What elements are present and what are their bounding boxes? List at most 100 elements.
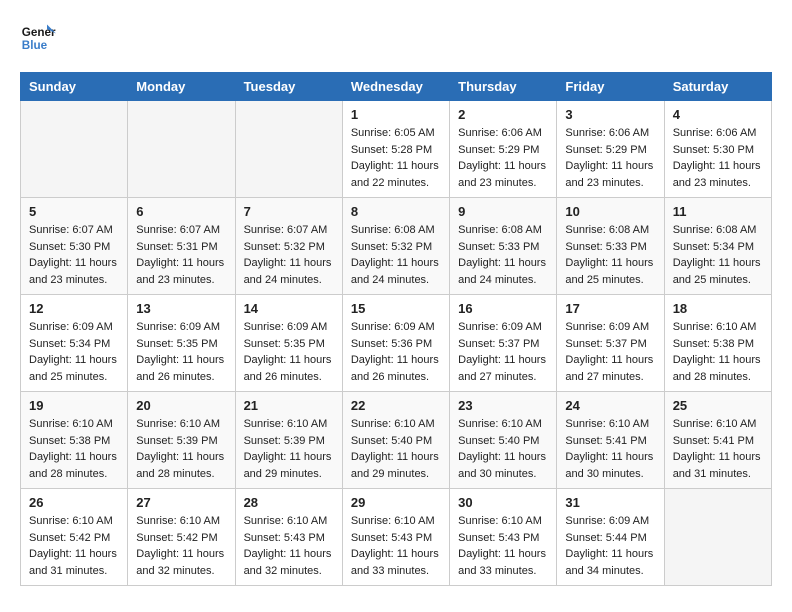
day-info: Sunrise: 6:10 AMSunset: 5:39 PMDaylight:…	[244, 416, 334, 482]
weekday-header-row: SundayMondayTuesdayWednesdayThursdayFrid…	[21, 73, 772, 101]
weekday-header-sunday: Sunday	[21, 73, 128, 101]
day-number: 21	[244, 398, 334, 413]
weekday-header-tuesday: Tuesday	[235, 73, 342, 101]
day-info: Sunrise: 6:10 AMSunset: 5:41 PMDaylight:…	[565, 416, 655, 482]
week-row-4: 19 Sunrise: 6:10 AMSunset: 5:38 PMDayligh…	[21, 392, 772, 489]
day-info: Sunrise: 6:06 AMSunset: 5:29 PMDaylight:…	[565, 125, 655, 191]
day-info: Sunrise: 6:10 AMSunset: 5:39 PMDaylight:…	[136, 416, 226, 482]
day-cell: 15 Sunrise: 6:09 AMSunset: 5:36 PMDayligh…	[342, 295, 449, 392]
day-cell: 31 Sunrise: 6:09 AMSunset: 5:44 PMDayligh…	[557, 489, 664, 586]
day-number: 16	[458, 301, 548, 316]
day-number: 10	[565, 204, 655, 219]
day-info: Sunrise: 6:08 AMSunset: 5:33 PMDaylight:…	[565, 222, 655, 288]
day-cell: 26 Sunrise: 6:10 AMSunset: 5:42 PMDayligh…	[21, 489, 128, 586]
day-info: Sunrise: 6:10 AMSunset: 5:40 PMDaylight:…	[458, 416, 548, 482]
day-info: Sunrise: 6:10 AMSunset: 5:43 PMDaylight:…	[351, 513, 441, 579]
weekday-header-saturday: Saturday	[664, 73, 771, 101]
day-info: Sunrise: 6:10 AMSunset: 5:42 PMDaylight:…	[136, 513, 226, 579]
day-number: 28	[244, 495, 334, 510]
day-cell: 16 Sunrise: 6:09 AMSunset: 5:37 PMDayligh…	[450, 295, 557, 392]
day-number: 8	[351, 204, 441, 219]
day-number: 11	[673, 204, 763, 219]
day-number: 19	[29, 398, 119, 413]
week-row-1: 1Sunrise: 6:05 AMSunset: 5:28 PMDaylight…	[21, 101, 772, 198]
weekday-header-monday: Monday	[128, 73, 235, 101]
day-info: Sunrise: 6:08 AMSunset: 5:34 PMDaylight:…	[673, 222, 763, 288]
day-info: Sunrise: 6:08 AMSunset: 5:32 PMDaylight:…	[351, 222, 441, 288]
day-info: Sunrise: 6:09 AMSunset: 5:37 PMDaylight:…	[458, 319, 548, 385]
day-number: 17	[565, 301, 655, 316]
day-info: Sunrise: 6:10 AMSunset: 5:41 PMDaylight:…	[673, 416, 763, 482]
day-info: Sunrise: 6:09 AMSunset: 5:44 PMDaylight:…	[565, 513, 655, 579]
day-cell: 12 Sunrise: 6:09 AMSunset: 5:34 PMDayligh…	[21, 295, 128, 392]
day-number: 4	[673, 107, 763, 122]
day-cell: 17 Sunrise: 6:09 AMSunset: 5:37 PMDayligh…	[557, 295, 664, 392]
day-info: Sunrise: 6:10 AMSunset: 5:38 PMDaylight:…	[29, 416, 119, 482]
day-cell: 14 Sunrise: 6:09 AMSunset: 5:35 PMDayligh…	[235, 295, 342, 392]
day-cell: 2Sunrise: 6:06 AMSunset: 5:29 PMDaylight…	[450, 101, 557, 198]
day-number: 1	[351, 107, 441, 122]
day-cell: 11 Sunrise: 6:08 AMSunset: 5:34 PMDayligh…	[664, 198, 771, 295]
day-info: Sunrise: 6:10 AMSunset: 5:40 PMDaylight:…	[351, 416, 441, 482]
day-info: Sunrise: 6:10 AMSunset: 5:43 PMDaylight:…	[458, 513, 548, 579]
calendar-table: SundayMondayTuesdayWednesdayThursdayFrid…	[20, 72, 772, 586]
day-cell	[235, 101, 342, 198]
weekday-header-wednesday: Wednesday	[342, 73, 449, 101]
day-info: Sunrise: 6:06 AMSunset: 5:30 PMDaylight:…	[673, 125, 763, 191]
day-cell: 6 Sunrise: 6:07 AMSunset: 5:31 PMDaylight…	[128, 198, 235, 295]
day-info: Sunrise: 6:07 AMSunset: 5:30 PMDaylight:…	[29, 222, 119, 288]
day-cell: 13Sunrise: 6:09 AMSunset: 5:35 PMDayligh…	[128, 295, 235, 392]
day-number: 20	[136, 398, 226, 413]
day-cell: 20 Sunrise: 6:10 AMSunset: 5:39 PMDayligh…	[128, 392, 235, 489]
svg-text:General: General	[22, 26, 56, 39]
day-cell: 18 Sunrise: 6:10 AMSunset: 5:38 PMDayligh…	[664, 295, 771, 392]
day-cell: 23 Sunrise: 6:10 AMSunset: 5:40 PMDayligh…	[450, 392, 557, 489]
day-cell: 29 Sunrise: 6:10 AMSunset: 5:43 PMDayligh…	[342, 489, 449, 586]
day-info: Sunrise: 6:10 AMSunset: 5:43 PMDaylight:…	[244, 513, 334, 579]
day-number: 5	[29, 204, 119, 219]
day-number: 25	[673, 398, 763, 413]
day-info: Sunrise: 6:09 AMSunset: 5:35 PMDaylight:…	[244, 319, 334, 385]
day-info: Sunrise: 6:10 AMSunset: 5:42 PMDaylight:…	[29, 513, 119, 579]
day-number: 26	[29, 495, 119, 510]
day-number: 12	[29, 301, 119, 316]
day-cell: 24Sunrise: 6:10 AMSunset: 5:41 PMDayligh…	[557, 392, 664, 489]
day-number: 29	[351, 495, 441, 510]
day-number: 23	[458, 398, 548, 413]
day-cell	[664, 489, 771, 586]
day-number: 31	[565, 495, 655, 510]
day-cell: 22 Sunrise: 6:10 AMSunset: 5:40 PMDayligh…	[342, 392, 449, 489]
day-number: 7	[244, 204, 334, 219]
day-cell: 30 Sunrise: 6:10 AMSunset: 5:43 PMDayligh…	[450, 489, 557, 586]
day-number: 13	[136, 301, 226, 316]
day-info: Sunrise: 6:10 AMSunset: 5:38 PMDaylight:…	[673, 319, 763, 385]
day-cell: 19 Sunrise: 6:10 AMSunset: 5:38 PMDayligh…	[21, 392, 128, 489]
day-cell: 4 Sunrise: 6:06 AMSunset: 5:30 PMDaylight…	[664, 101, 771, 198]
day-cell	[21, 101, 128, 198]
svg-text:Blue: Blue	[22, 39, 48, 52]
day-number: 18	[673, 301, 763, 316]
day-number: 6	[136, 204, 226, 219]
day-number: 14	[244, 301, 334, 316]
day-info: Sunrise: 6:09 AMSunset: 5:36 PMDaylight:…	[351, 319, 441, 385]
day-cell: 1Sunrise: 6:05 AMSunset: 5:28 PMDaylight…	[342, 101, 449, 198]
day-number: 9	[458, 204, 548, 219]
day-cell: 5 Sunrise: 6:07 AMSunset: 5:30 PMDaylight…	[21, 198, 128, 295]
day-number: 30	[458, 495, 548, 510]
day-number: 22	[351, 398, 441, 413]
day-info: Sunrise: 6:09 AMSunset: 5:34 PMDaylight:…	[29, 319, 119, 385]
week-row-2: 5 Sunrise: 6:07 AMSunset: 5:30 PMDaylight…	[21, 198, 772, 295]
week-row-3: 12 Sunrise: 6:09 AMSunset: 5:34 PMDayligh…	[21, 295, 772, 392]
day-info: Sunrise: 6:07 AMSunset: 5:32 PMDaylight:…	[244, 222, 334, 288]
day-info: Sunrise: 6:07 AMSunset: 5:31 PMDaylight:…	[136, 222, 226, 288]
logo: General Blue	[20, 20, 56, 56]
day-cell: 10 Sunrise: 6:08 AMSunset: 5:33 PMDayligh…	[557, 198, 664, 295]
weekday-header-friday: Friday	[557, 73, 664, 101]
day-cell: 9 Sunrise: 6:08 AMSunset: 5:33 PMDaylight…	[450, 198, 557, 295]
day-info: Sunrise: 6:09 AMSunset: 5:37 PMDaylight:…	[565, 319, 655, 385]
day-number: 15	[351, 301, 441, 316]
day-cell: 28 Sunrise: 6:10 AMSunset: 5:43 PMDayligh…	[235, 489, 342, 586]
day-cell: 8 Sunrise: 6:08 AMSunset: 5:32 PMDaylight…	[342, 198, 449, 295]
day-info: Sunrise: 6:08 AMSunset: 5:33 PMDaylight:…	[458, 222, 548, 288]
logo-icon: General Blue	[20, 20, 56, 56]
